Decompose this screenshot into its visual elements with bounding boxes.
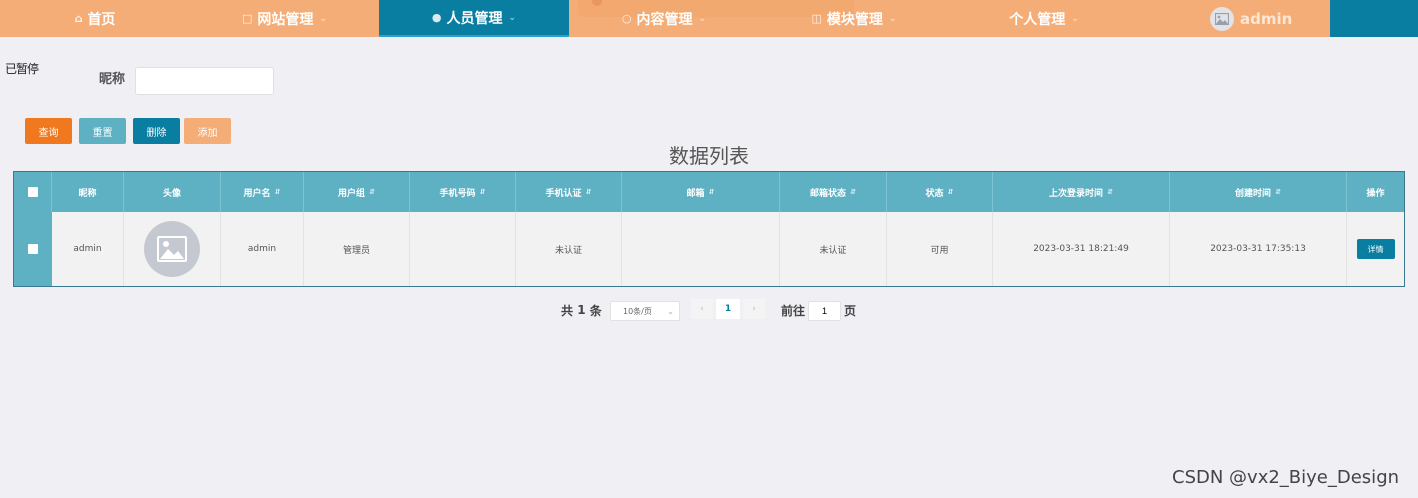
cell-nickname: admin [52, 212, 124, 286]
column-header[interactable]: 状态 ⇵ [887, 172, 993, 212]
cell-avatar [124, 212, 221, 286]
sort-icon: ⇵ [369, 188, 375, 196]
row-checkbox[interactable] [28, 244, 38, 254]
cell-username: admin [221, 212, 304, 286]
cell-last-login: 2023-03-31 18:21:49 [993, 212, 1170, 286]
column-header[interactable]: 邮箱状态 ⇵ [780, 172, 887, 212]
chat-icon: ○ [621, 12, 632, 25]
nav-item-label: 人员管理 [446, 10, 503, 27]
chevron-down-icon: ⌄ [508, 12, 517, 23]
user-menu[interactable]: admin [1200, 0, 1330, 37]
nav-item-site-management[interactable]: □ 网站管理 ⌄ [190, 0, 379, 37]
table-title: 数据列表 [669, 144, 749, 168]
column-header[interactable]: 用户名 ⇵ [221, 172, 304, 212]
nav-item-personal-management[interactable]: 个人管理 ⌄ [949, 0, 1139, 37]
chevron-down-icon: ⌄ [698, 13, 707, 24]
column-header[interactable]: 创建时间 ⇵ [1170, 172, 1347, 212]
nickname-label: 昵称 [99, 72, 126, 87]
goto-page-input[interactable] [808, 301, 841, 321]
pagination-total: 共 1 条 [561, 303, 602, 318]
column-header[interactable]: 手机号码 ⇵ [410, 172, 516, 212]
chevron-right-icon: › [752, 304, 756, 314]
sort-icon: ⇵ [1107, 188, 1113, 196]
nav-item-module-management[interactable]: ◫ 模块管理 ⌄ [759, 0, 949, 37]
cart-icon: □ [242, 12, 253, 25]
cell-group: 管理员 [304, 212, 410, 286]
cell-phone [410, 212, 516, 286]
table-header: 昵称 头像 用户名 ⇵ 用户组 ⇵ 手机号码 ⇵ 手机认证 ⇵ 邮箱 ⇵ 邮箱状态 ⇵ 状态… [14, 172, 1404, 212]
chevron-down-icon: ⌄ [319, 13, 327, 24]
status-overlay-text: 已暂停 [5, 62, 39, 76]
image-placeholder-icon [144, 221, 200, 277]
prev-page-button[interactable]: ‹ [691, 299, 713, 319]
sort-icon: ⇵ [947, 188, 954, 196]
data-table: 昵称 头像 用户名 ⇵ 用户组 ⇵ 手机号码 ⇵ 手机认证 ⇵ 邮箱 ⇵ 邮箱状态 ⇵ 状态… [13, 171, 1405, 287]
nav-item-label: 内容管理 [636, 11, 693, 28]
cell-email [622, 212, 780, 286]
page-size-select[interactable]: 10条/页 ⌄ [610, 301, 680, 321]
nav-item-personnel-management[interactable]: ● 人员管理 ⌄ [379, 0, 569, 37]
cell-status: 可用 [887, 212, 993, 286]
nav-item-label: 个人管理 [1009, 11, 1066, 28]
page-number-button[interactable]: 1 [716, 299, 740, 319]
home-icon: ⌂ [74, 12, 83, 25]
column-header: 操作 [1366, 188, 1385, 199]
sort-icon: ⇵ [1275, 188, 1281, 196]
watermark: CSDN @vx2_Biye_Design [1172, 467, 1400, 488]
chevron-left-icon: ‹ [700, 304, 704, 314]
select-all-cell [14, 172, 52, 212]
nav-item-label: 模块管理 [826, 11, 883, 28]
chevron-down-icon: ⌄ [667, 306, 674, 316]
sort-icon: ⇵ [479, 188, 486, 196]
nav-item-home[interactable]: ⌂ 首页 [0, 0, 190, 37]
user-icon: ● [431, 11, 442, 24]
column-header[interactable]: 用户组 ⇵ [304, 172, 410, 212]
column-header[interactable]: 邮箱 ⇵ [622, 172, 780, 212]
column-header: 昵称 [52, 172, 124, 212]
nav-item-content-management[interactable]: ○ 内容管理 ⌄ [569, 0, 759, 37]
cell-email-status: 未认证 [780, 212, 887, 286]
select-all-checkbox[interactable] [27, 187, 38, 197]
avatar-icon [1210, 6, 1234, 31]
module-icon: ◫ [811, 12, 822, 25]
cell-phone-verified: 未认证 [516, 212, 622, 286]
next-page-button[interactable]: › [743, 299, 765, 319]
cell-action: 详情 [1347, 212, 1404, 286]
user-name: admin [1240, 9, 1293, 28]
nav-item-label: 首页 [87, 11, 116, 28]
column-header: 头像 [124, 172, 221, 212]
table-row: admin admin 管理员 未认证 未认证 可用 2023-03-31 18… [14, 212, 1404, 286]
sort-icon: ⇵ [708, 188, 715, 196]
sort-icon: ⇵ [274, 188, 281, 196]
column-header[interactable]: 手机认证 ⇵ [516, 172, 622, 212]
nickname-search-input[interactable] [135, 67, 274, 95]
chevron-down-icon: ⌄ [1071, 13, 1079, 24]
sort-icon: ⇵ [585, 188, 592, 196]
goto-label: 前往 [781, 303, 806, 318]
sort-icon: ⇵ [850, 188, 856, 196]
page-suffix-label: 页 [844, 303, 857, 318]
cell-created: 2023-03-31 17:35:13 [1170, 212, 1347, 286]
chevron-down-icon: ⌄ [888, 13, 897, 24]
nav-item-label: 网站管理 [257, 11, 314, 28]
column-header[interactable]: 上次登录时间 ⇵ [993, 172, 1170, 212]
detail-button[interactable]: 详情 [1356, 239, 1395, 259]
row-select-cell [14, 212, 52, 286]
navbar-tail [1330, 0, 1418, 37]
